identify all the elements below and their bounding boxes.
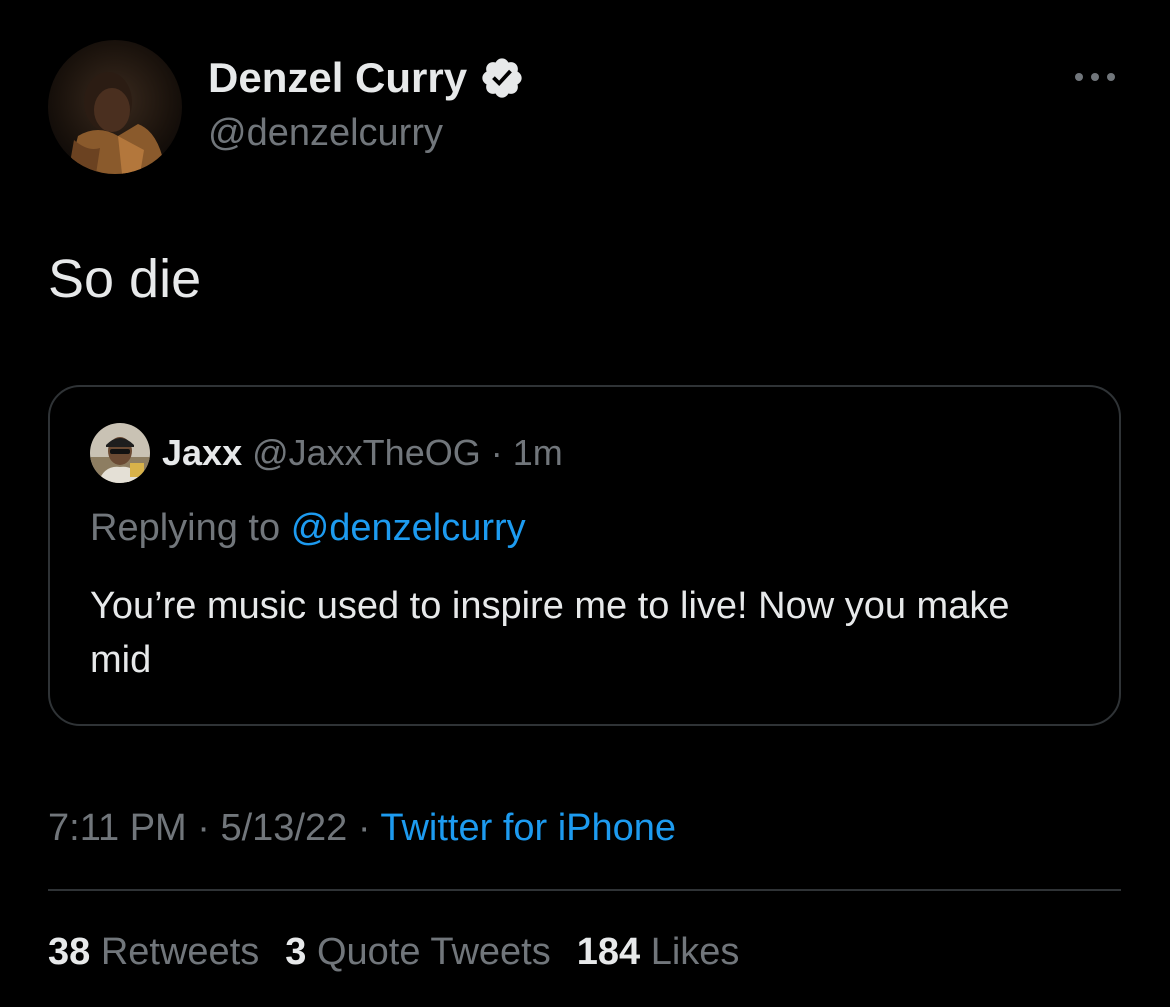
likes-count: 184 [576, 931, 641, 973]
quote-author-avatar[interactable] [90, 423, 150, 483]
quote-replying-line: Replying to @denzelcurry [90, 505, 526, 551]
quote-author-name[interactable]: Jaxx [162, 432, 242, 473]
quote-tweets-stat[interactable]: 3 Quote Tweets [285, 924, 550, 980]
quote-author-avatar-image [90, 423, 150, 483]
quoted-tweet-card[interactable]: Jaxx @JaxxTheOG · 1m Replying to @denzel… [48, 385, 1121, 726]
author-name[interactable]: Denzel Curry [208, 52, 467, 104]
quote-timestamp[interactable]: 1m [513, 432, 563, 473]
author-name-row[interactable]: Denzel Curry [208, 52, 525, 104]
retweets-count: 38 [48, 931, 91, 973]
quote-tweets-label: Quote Tweets [316, 931, 551, 973]
retweets-label: Retweets [100, 931, 260, 973]
tweet-text: So die [48, 249, 202, 309]
author-avatar-image [48, 40, 182, 174]
quote-separator: · [490, 432, 503, 473]
engagement-stats: 38 Retweets 3 Quote Tweets 184 Likes [48, 924, 739, 980]
meta-separator: · [197, 807, 210, 849]
quote-header: Jaxx @JaxxTheOG · 1m [162, 431, 563, 475]
retweets-stat[interactable]: 38 Retweets [48, 924, 259, 980]
more-horizontal-icon[interactable] [1068, 60, 1122, 94]
author-handle[interactable]: @denzelcurry [208, 110, 443, 156]
tweet-date[interactable]: 5/13/22 [220, 807, 347, 849]
divider [48, 889, 1121, 891]
likes-stat[interactable]: 184 Likes [577, 924, 740, 980]
tweet-meta-row: 7:11 PM · 5/13/22 · Twitter for iPhone [48, 800, 676, 856]
quote-tweet-text: You’re music used to inspire me to live!… [90, 585, 1010, 681]
author-avatar[interactable] [48, 40, 182, 174]
quote-author-handle[interactable]: @JaxxTheOG [252, 432, 481, 473]
replying-to-mention-link[interactable]: @denzelcurry [291, 507, 526, 549]
verified-badge-icon [479, 55, 525, 101]
tweet-time[interactable]: 7:11 PM [48, 807, 187, 849]
quote-tweets-count: 3 [285, 931, 307, 973]
meta-separator: · [357, 807, 371, 849]
tweet-source-link[interactable]: Twitter for iPhone [380, 807, 676, 849]
likes-label: Likes [650, 931, 740, 973]
replying-to-label: Replying to [90, 507, 281, 549]
